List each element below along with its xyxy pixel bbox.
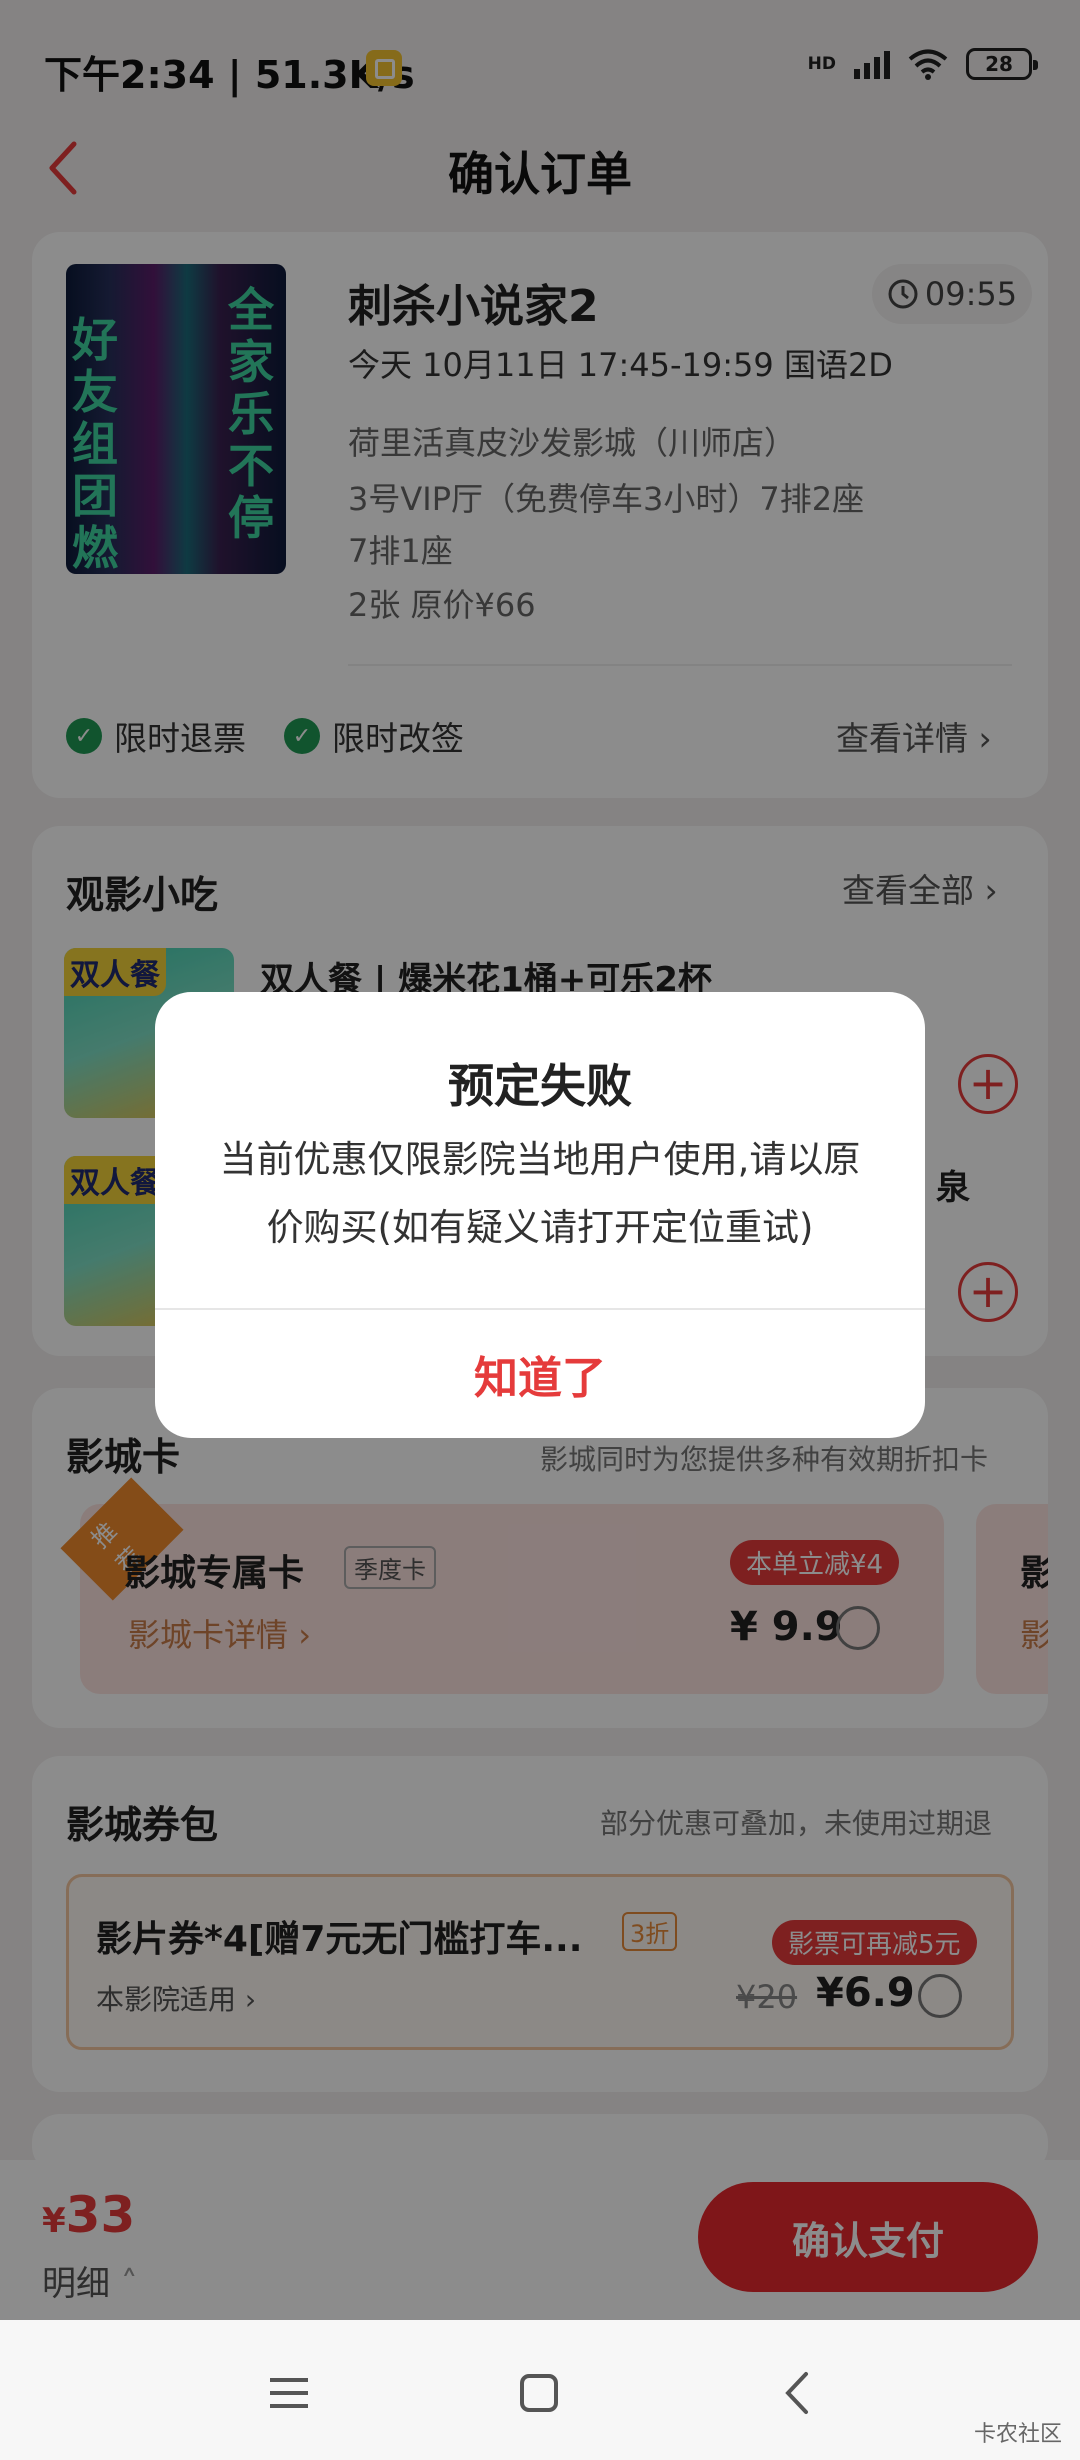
dialog-ok-button[interactable]: 知道了 (155, 1310, 925, 1438)
watermark: 卡农社区 (973, 2422, 1062, 2447)
dialog-message: 当前优惠仅限影院当地用户使用,请以原价购买(如有疑义请打开定位重试) (219, 1138, 861, 1249)
back-icon[interactable] (778, 2370, 818, 2416)
menu-icon[interactable] (270, 2378, 308, 2408)
home-icon[interactable] (520, 2374, 558, 2412)
dialog-title: 预定失败 (448, 1059, 632, 1113)
